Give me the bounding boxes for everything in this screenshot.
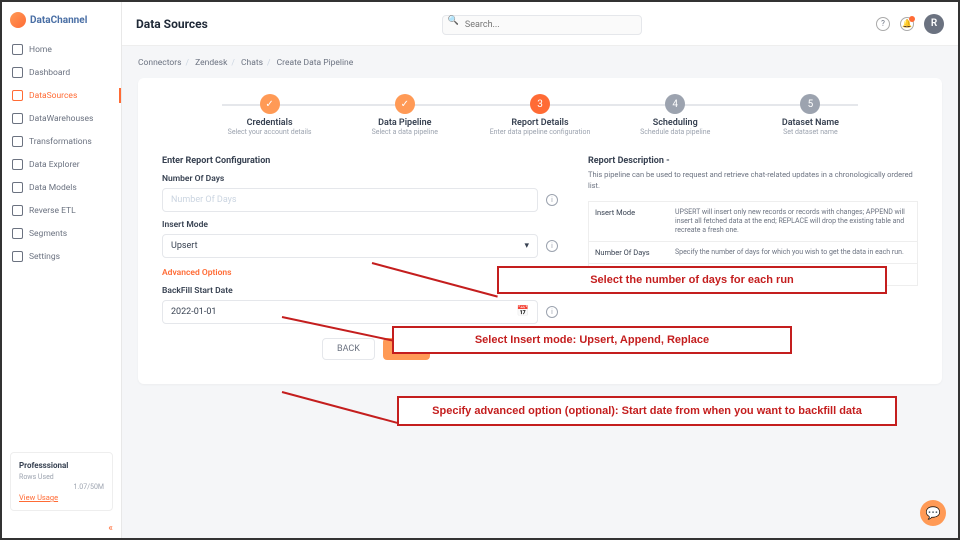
annotation-2: Select Insert mode: Upsert, Append, Repl… xyxy=(392,326,792,354)
sidebar-item-segments[interactable]: Segments xyxy=(2,222,121,245)
sidebar-item-dashboard[interactable]: Dashboard xyxy=(2,61,121,84)
plan-rows-label: Rows Used xyxy=(19,473,104,481)
form-section-title: Enter Report Configuration xyxy=(162,156,558,166)
info-icon[interactable]: i xyxy=(546,194,558,206)
step-datapipeline[interactable]: ✓Data PipelineSelect a data pipeline xyxy=(337,94,472,136)
top-icons: ? 🔔 R xyxy=(876,14,944,34)
datasources-icon xyxy=(12,90,23,101)
sidebar-item-transformations[interactable]: Transformations xyxy=(2,130,121,153)
desc-text: This pipeline can be used to request and… xyxy=(588,170,918,191)
step-credentials[interactable]: ✓CredentialsSelect your account details xyxy=(202,94,337,136)
sidebar-nav: Home Dashboard DataSources DataWarehouse… xyxy=(2,38,121,444)
sidebar-item-home[interactable]: Home xyxy=(2,38,121,61)
search-icon: 🔍 xyxy=(448,16,459,26)
help-icon[interactable]: ? xyxy=(876,17,890,31)
info-icon[interactable]: i xyxy=(546,240,558,252)
content: Connectors/ Zendesk/ Chats/ Create Data … xyxy=(122,46,958,538)
warehouse-icon xyxy=(12,113,23,124)
backfill-date-input[interactable]: 2022-01-01 📅 xyxy=(162,300,538,324)
bell-icon[interactable]: 🔔 xyxy=(900,17,914,31)
avatar[interactable]: R xyxy=(924,14,944,34)
page-title: Data Sources xyxy=(136,17,208,31)
home-icon xyxy=(12,44,23,55)
step-reportdetails[interactable]: 3Report DetailsEnter data pipeline confi… xyxy=(472,94,607,136)
sidebar-item-datasources[interactable]: DataSources xyxy=(2,84,121,107)
annotation-1: Select the number of days for each run xyxy=(497,266,887,294)
annotation-3: Specify advanced option (optional): Star… xyxy=(397,396,897,426)
view-usage-link[interactable]: View Usage xyxy=(19,493,58,502)
sidebar-item-dataexplorer[interactable]: Data Explorer xyxy=(2,153,121,176)
topbar: Data Sources 🔍 ? 🔔 R xyxy=(122,2,958,46)
chat-fab[interactable]: 💬 xyxy=(920,500,946,526)
number-of-days-input[interactable] xyxy=(162,188,538,212)
plan-name: Professsional xyxy=(19,461,104,470)
back-button[interactable]: BACK xyxy=(322,338,375,360)
search-box: 🔍 xyxy=(442,12,642,35)
days-label: Number Of Days xyxy=(162,174,558,184)
annotation-line xyxy=(282,391,398,424)
explorer-icon xyxy=(12,159,23,170)
mode-label: Insert Mode xyxy=(162,220,558,230)
step-scheduling: 4SchedulingSchedule data pipeline xyxy=(608,94,743,136)
sidebar-item-reverseetl[interactable]: Reverse ETL xyxy=(2,199,121,222)
search-input[interactable] xyxy=(442,15,642,35)
step-datasetname: 5Dataset NameSet dataset name xyxy=(743,94,878,136)
logo-icon xyxy=(10,12,26,28)
plan-box: Professsional Rows Used 1.07/50M View Us… xyxy=(10,452,113,511)
calendar-icon: 📅 xyxy=(517,306,529,317)
sidebar-item-datawarehouses[interactable]: DataWarehouses xyxy=(2,107,121,130)
sidebar-item-datamodels[interactable]: Data Models xyxy=(2,176,121,199)
models-icon xyxy=(12,182,23,193)
chevron-down-icon: ▾ xyxy=(524,241,529,251)
plan-rows: 1.07/50M xyxy=(19,483,104,491)
sidebar-item-settings[interactable]: Settings xyxy=(2,245,121,268)
segments-icon xyxy=(12,228,23,239)
brand-logo[interactable]: DataChannel xyxy=(2,2,121,38)
settings-icon xyxy=(12,251,23,262)
breadcrumb: Connectors/ Zendesk/ Chats/ Create Data … xyxy=(138,58,942,68)
desc-title: Report Description - xyxy=(588,156,918,166)
etl-icon xyxy=(12,205,23,216)
main: Data Sources 🔍 ? 🔔 R Connectors/ Zendesk… xyxy=(122,2,958,538)
insert-mode-select[interactable]: Upsert ▾ xyxy=(162,234,538,258)
brand-name: DataChannel xyxy=(30,15,87,26)
sidebar: DataChannel Home Dashboard DataSources D… xyxy=(2,2,122,538)
dashboard-icon xyxy=(12,67,23,78)
stepper: ✓CredentialsSelect your account details … xyxy=(202,94,878,136)
transform-icon xyxy=(12,136,23,147)
collapse-sidebar[interactable]: « xyxy=(2,519,121,538)
info-icon[interactable]: i xyxy=(546,306,558,318)
